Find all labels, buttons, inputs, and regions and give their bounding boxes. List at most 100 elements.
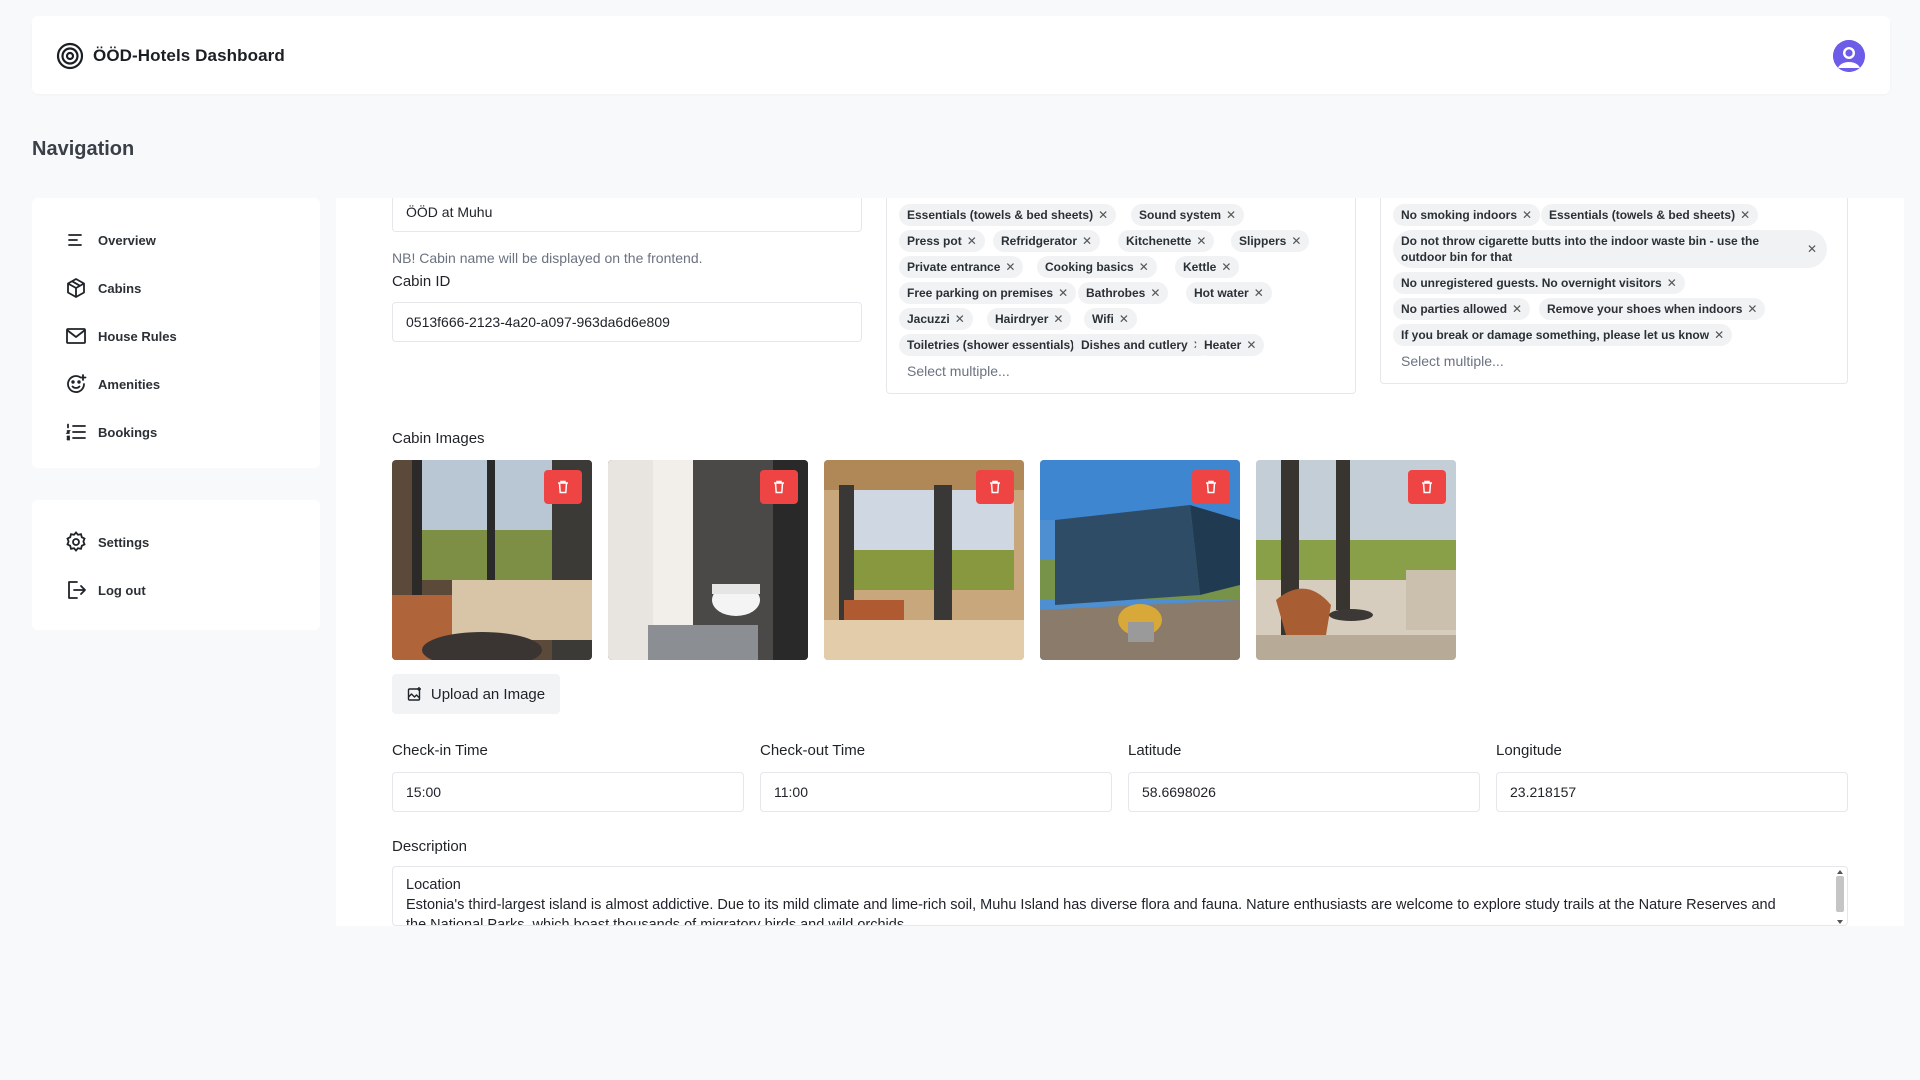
smile-icon — [67, 374, 87, 393]
delete-image-button[interactable] — [1408, 470, 1446, 504]
remove-chip-icon[interactable]: ✕ — [1807, 241, 1817, 257]
remove-chip-icon[interactable]: ✕ — [1512, 302, 1522, 316]
cube-icon — [67, 278, 85, 298]
amenities-placeholder: Select multiple... — [907, 363, 1010, 379]
sidebar-item-amenities[interactable]: Amenities — [32, 360, 320, 408]
app-title: ÖÖD-Hotels Dashboard — [93, 46, 285, 65]
list-ordered-icon — [65, 423, 86, 441]
remove-chip-icon[interactable]: ✕ — [1196, 234, 1206, 248]
house-rule-chip[interactable]: Essentials (towels & bed sheets) ✕ — [1541, 204, 1759, 226]
cabin-image-1 — [392, 460, 592, 660]
amenity-chip[interactable]: Sound system ✕ — [1131, 204, 1245, 226]
sidebar-item-cabins[interactable]: Cabins — [32, 264, 320, 312]
delete-image-button[interactable] — [760, 470, 798, 504]
longitude-label: Longitude — [1496, 742, 1562, 759]
checkout-label: Check-out Time — [760, 742, 866, 759]
house-rule-chip[interactable]: If you break or damage something, please… — [1393, 324, 1733, 346]
description-textarea[interactable]: Location Estonia's third-largest island … — [392, 866, 1848, 926]
amenity-chip[interactable]: Wifi ✕ — [1084, 308, 1137, 330]
sidebar-secondary-nav: Settings Log out — [32, 500, 320, 630]
remove-chip-icon[interactable]: ✕ — [1667, 276, 1677, 290]
remove-chip-icon[interactable]: ✕ — [1221, 260, 1231, 274]
amenities-multiselect[interactable]: Essentials (towels & bed sheets) ✕ Sound … — [886, 198, 1356, 394]
house-rules-multiselect[interactable]: No smoking indoors ✕ Essentials (towels &… — [1380, 198, 1848, 384]
sidebar-item-settings[interactable]: Settings — [32, 518, 320, 566]
remove-chip-icon[interactable]: ✕ — [1226, 208, 1236, 222]
cabin-edit-form: ÖÖD at Muhu NB! Cabin name will be displ… — [336, 198, 1904, 926]
delete-image-button[interactable] — [976, 470, 1014, 504]
remove-chip-icon[interactable]: ✕ — [967, 234, 977, 248]
remove-chip-icon[interactable]: ✕ — [1254, 286, 1264, 300]
amenity-chip[interactable]: Refridgerator ✕ — [993, 230, 1101, 252]
remove-chip-icon[interactable]: ✕ — [1098, 208, 1108, 222]
house-rule-chip[interactable]: Remove your shoes when indoors ✕ — [1539, 298, 1766, 320]
remove-chip-icon[interactable]: ✕ — [1005, 260, 1015, 274]
remove-chip-icon[interactable]: ✕ — [1246, 338, 1256, 352]
remove-chip-icon[interactable]: ✕ — [1150, 286, 1160, 300]
amenity-chip[interactable]: Free parking on premises ✕ — [899, 282, 1077, 304]
remove-chip-icon[interactable]: ✕ — [1058, 286, 1068, 300]
amenity-chip[interactable]: Hairdryer ✕ — [987, 308, 1072, 330]
remove-chip-icon[interactable]: ✕ — [1139, 260, 1149, 274]
longitude-input[interactable]: 23.218157 — [1496, 772, 1848, 812]
delete-image-button[interactable] — [1192, 470, 1230, 504]
house-rule-chip[interactable]: No parties allowed ✕ — [1393, 298, 1531, 320]
remove-chip-icon[interactable]: ✕ — [1082, 234, 1092, 248]
cabin-name-helper: NB! Cabin name will be displayed on the … — [392, 250, 703, 266]
amenity-chip[interactable]: Toiletries (shower essentials)✕ — [899, 334, 1098, 356]
remove-chip-icon[interactable]: ✕ — [1522, 208, 1532, 222]
image-upload-icon — [407, 687, 421, 701]
remove-chip-icon[interactable]: ✕ — [1119, 312, 1129, 326]
top-header: ÖÖD-Hotels Dashboard — [32, 16, 1890, 94]
cabin-name-input[interactable]: ÖÖD at Muhu — [392, 198, 862, 232]
amenity-chip[interactable]: Dishes and cutlery✕ — [1073, 334, 1211, 356]
sidebar-item-label: Bookings — [98, 424, 158, 440]
checkout-time-input[interactable]: 11:00 — [760, 772, 1112, 812]
trash-icon — [990, 480, 1000, 494]
trash-icon — [774, 480, 784, 494]
remove-chip-icon[interactable]: ✕ — [955, 312, 965, 326]
sidebar-item-house-rules[interactable]: House Rules — [32, 312, 320, 360]
amenity-chip[interactable]: Cooking basics ✕ — [1037, 256, 1157, 278]
amenity-chip[interactable]: Private entrance ✕ — [899, 256, 1024, 278]
amenity-chip[interactable]: Kitchenette ✕ — [1118, 230, 1215, 252]
remove-chip-icon[interactable]: ✕ — [1291, 234, 1301, 248]
sidebar-item-logout[interactable]: Log out — [32, 566, 320, 614]
sidebar-item-overview[interactable]: Overview — [32, 216, 320, 264]
house-rule-chip[interactable]: No smoking indoors ✕ — [1393, 204, 1541, 226]
remove-chip-icon[interactable]: ✕ — [1053, 312, 1063, 326]
amenity-chip[interactable]: Press pot ✕ — [899, 230, 985, 252]
checkin-time-input[interactable]: 15:00 — [392, 772, 744, 812]
avatar[interactable] — [1833, 40, 1865, 72]
latitude-input[interactable]: 58.6698026 — [1128, 772, 1480, 812]
delete-image-button[interactable] — [544, 470, 582, 504]
user-avatar-icon — [1833, 40, 1865, 72]
description-scrollbar[interactable] — [1834, 869, 1846, 925]
amenity-chip[interactable]: Slippers ✕ — [1231, 230, 1310, 252]
amenity-chip[interactable]: Essentials (towels & bed sheets) ✕ — [899, 204, 1117, 226]
house-rule-chip[interactable]: Do not throw cigarette butts into the in… — [1393, 230, 1827, 268]
amenity-chip[interactable]: Jacuzzi ✕ — [899, 308, 973, 330]
description-line: Estonia's third-largest island is almost… — [406, 897, 1776, 913]
amenity-chip[interactable]: Hot water ✕ — [1186, 282, 1272, 304]
cabin-images-label: Cabin Images — [392, 430, 485, 447]
cabin-id-input[interactable]: 0513f666-2123-4a20-a097-963da6d6e809 — [392, 302, 862, 342]
logo-spiral-icon — [56, 42, 84, 70]
cabin-image-2 — [608, 460, 808, 660]
trash-icon — [558, 480, 568, 494]
remove-chip-icon[interactable]: ✕ — [1747, 302, 1757, 316]
remove-chip-icon[interactable]: ✕ — [1714, 328, 1724, 342]
amenity-chip[interactable]: Kettle ✕ — [1175, 256, 1240, 278]
description-line: Location — [406, 877, 461, 893]
sidebar-item-bookings[interactable]: Bookings — [32, 408, 320, 456]
trash-icon — [1422, 480, 1432, 494]
house-rules-placeholder: Select multiple... — [1401, 353, 1504, 369]
mail-icon — [66, 328, 86, 344]
gear-icon — [66, 531, 86, 552]
brand[interactable]: ÖÖD-Hotels Dashboard — [56, 42, 285, 70]
upload-image-button[interactable]: Upload an Image — [392, 674, 560, 714]
remove-chip-icon[interactable]: ✕ — [1740, 208, 1750, 222]
amenity-chip[interactable]: Heater ✕ — [1196, 334, 1265, 356]
amenity-chip[interactable]: Bathrobes ✕ — [1078, 282, 1169, 304]
house-rule-chip[interactable]: No unregistered guests. No overnight vis… — [1393, 272, 1685, 294]
